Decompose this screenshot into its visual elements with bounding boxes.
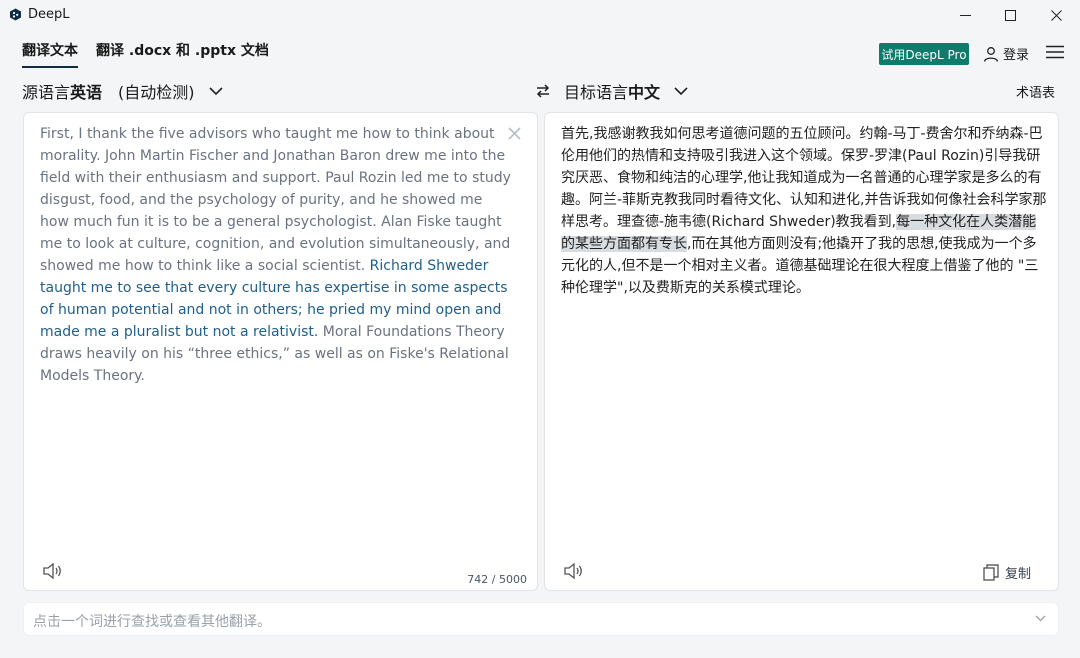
window-title: DeepL — [28, 7, 70, 22]
source-language-selector[interactable]: 源语言 英语 (自动检测) — [22, 79, 223, 103]
speaker-icon[interactable] — [42, 561, 64, 581]
swap-languages-icon[interactable] — [536, 84, 550, 98]
source-language-prefix: 源语言 — [22, 83, 71, 102]
copy-button[interactable]: 复制 — [983, 563, 1031, 582]
login-label: 登录 — [1003, 48, 1030, 63]
clear-text-icon[interactable] — [508, 127, 521, 140]
auto-detect-label: (自动检测) — [118, 83, 195, 102]
deepl-window: DeepL 翻译文本 翻译 .docx 和 .pptx 文档 试用DeepL P… — [0, 0, 1080, 658]
speaker-icon[interactable] — [563, 561, 585, 581]
chevron-down-icon — [208, 86, 223, 95]
menu-icon[interactable] — [1046, 45, 1064, 59]
dictionary-bar[interactable]: 点击一个词进行查找或查看其他翻译。 — [23, 602, 1059, 636]
source-text-panel[interactable]: First, I thank the five advisors who tau… — [23, 112, 538, 591]
source-textarea[interactable]: First, I thank the five advisors who tau… — [40, 123, 515, 387]
copy-icon — [983, 564, 999, 581]
user-icon — [983, 46, 999, 62]
target-language-selector[interactable]: 目标语言 中文 — [564, 79, 688, 103]
glossary-button[interactable]: 术语表 — [1016, 82, 1055, 101]
target-text-panel: 首先,我感谢教我如何思考道德问题的五位顾问。约翰-马丁-费舍尔和乔纳森-巴伦用他… — [544, 112, 1059, 591]
minimize-icon — [959, 14, 971, 16]
target-language-prefix: 目标语言 — [564, 83, 629, 102]
copy-label: 复制 — [1005, 567, 1032, 582]
close-icon — [1050, 9, 1062, 21]
try-pro-button[interactable]: 试用DeepL Pro — [879, 43, 969, 65]
tab-translate-text[interactable]: 翻译文本 — [22, 40, 78, 68]
maximize-button[interactable] — [987, 0, 1033, 30]
source-language-name: 英语 — [70, 83, 103, 102]
login-button[interactable]: 登录 — [983, 44, 1029, 63]
maximize-icon — [1004, 9, 1016, 21]
minimize-button[interactable] — [942, 0, 988, 30]
character-count: 742 / 5000 — [467, 573, 527, 586]
chevron-down-icon — [1035, 615, 1046, 622]
chevron-down-icon — [674, 86, 688, 95]
dictionary-placeholder: 点击一个词进行查找或查看其他翻译。 — [33, 614, 271, 630]
target-language-name: 中文 — [628, 83, 661, 102]
deepl-logo-icon — [10, 8, 21, 21]
close-button[interactable] — [1033, 0, 1079, 30]
tab-translate-documents[interactable]: 翻译 .docx 和 .pptx 文档 — [96, 40, 269, 68]
mode-tabs: 翻译文本 翻译 .docx 和 .pptx 文档 — [22, 40, 269, 68]
translation-output[interactable]: 首先,我感谢教我如何思考道德问题的五位顾问。约翰-马丁-费舍尔和乔纳森-巴伦用他… — [561, 123, 1047, 299]
title-bar: DeepL — [0, 0, 1080, 30]
source-text-part: First, I thank the five advisors who tau… — [40, 126, 511, 274]
